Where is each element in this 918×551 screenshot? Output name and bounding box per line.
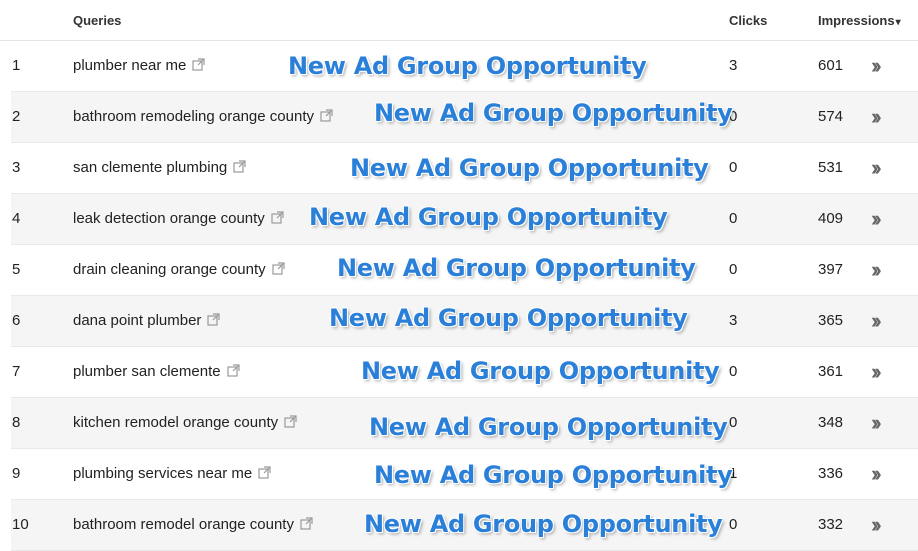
external-link-icon[interactable] bbox=[226, 363, 240, 377]
query-link[interactable]: plumber near me bbox=[73, 57, 205, 74]
double-chevron-right-icon[interactable]: ›› bbox=[871, 361, 881, 383]
row-number: 4 bbox=[12, 210, 21, 227]
double-chevron-right-icon[interactable]: ›› bbox=[871, 55, 881, 77]
double-chevron-right-icon[interactable]: ›› bbox=[871, 157, 881, 179]
double-chevron-right-icon[interactable]: ›› bbox=[871, 514, 881, 536]
query-text: bathroom remodel orange county bbox=[73, 516, 294, 533]
impressions-value: 332 bbox=[818, 516, 844, 533]
row-number: 1 bbox=[12, 57, 21, 74]
query-link[interactable]: kitchen remodel orange county bbox=[73, 414, 297, 431]
ad-group-opportunity-annotation: New Ad Group Opportunity bbox=[369, 413, 728, 441]
double-chevron-right-icon[interactable]: ›› bbox=[871, 310, 881, 332]
query-text: bathroom remodeling orange county bbox=[73, 108, 314, 125]
ad-group-opportunity-annotation: New Ad Group Opportunity bbox=[309, 203, 668, 231]
external-link-icon[interactable] bbox=[284, 414, 297, 428]
impressions-value: 365 bbox=[818, 312, 844, 329]
double-chevron-right-icon[interactable]: ›› bbox=[871, 463, 881, 485]
ad-group-opportunity-annotation: New Ad Group Opportunity bbox=[329, 304, 688, 332]
impressions-value: 409 bbox=[818, 210, 844, 227]
external-link-icon[interactable] bbox=[258, 465, 271, 479]
clicks-value: 3 bbox=[729, 312, 738, 329]
impressions-value: 348 bbox=[818, 414, 844, 431]
row-number: 6 bbox=[12, 312, 21, 329]
external-link-icon[interactable] bbox=[233, 159, 246, 173]
query-text: plumber near me bbox=[73, 57, 187, 74]
double-chevron-right-icon[interactable]: ›› bbox=[871, 259, 881, 281]
row-number: 9 bbox=[12, 465, 21, 482]
external-link-icon[interactable] bbox=[300, 516, 313, 530]
query-link[interactable]: leak detection orange county bbox=[73, 210, 284, 227]
external-link-icon[interactable] bbox=[320, 108, 333, 122]
row-number: 10 bbox=[12, 516, 29, 533]
query-text: drain cleaning orange county bbox=[73, 261, 266, 278]
ad-group-opportunity-annotation: New Ad Group Opportunity bbox=[374, 99, 733, 127]
query-text: dana point plumber bbox=[73, 312, 202, 329]
impressions-value: 336 bbox=[818, 465, 844, 482]
clicks-value: 0 bbox=[729, 261, 738, 278]
impressions-value: 361 bbox=[818, 363, 844, 380]
double-chevron-right-icon[interactable]: ›› bbox=[871, 412, 881, 434]
query-link[interactable]: bathroom remodeling orange county bbox=[73, 108, 333, 125]
external-link-icon[interactable] bbox=[271, 210, 284, 224]
external-link-icon[interactable] bbox=[207, 312, 221, 326]
impressions-value: 574 bbox=[818, 108, 844, 125]
query-text: kitchen remodel orange county bbox=[73, 414, 279, 431]
double-chevron-right-icon[interactable]: ›› bbox=[871, 208, 881, 230]
clicks-value: 0 bbox=[729, 363, 738, 380]
query-link[interactable]: plumbing services near me bbox=[73, 465, 271, 482]
query-text: plumbing services near me bbox=[73, 465, 253, 482]
sort-desc-icon: ▾ bbox=[895, 17, 901, 28]
impressions-value: 531 bbox=[818, 159, 844, 176]
clicks-value: 0 bbox=[729, 159, 738, 176]
external-link-icon[interactable] bbox=[192, 57, 205, 71]
query-text: plumber san clemente bbox=[73, 363, 221, 380]
table-header: Queries Clicks Impressions▾ bbox=[0, 0, 918, 41]
query-link[interactable]: bathroom remodel orange county bbox=[73, 516, 313, 533]
impressions-column-header[interactable]: Impressions▾ bbox=[818, 13, 901, 28]
row-number: 8 bbox=[12, 414, 21, 431]
clicks-value: 3 bbox=[729, 57, 738, 74]
ad-group-opportunity-annotation: New Ad Group Opportunity bbox=[364, 510, 723, 538]
ad-group-opportunity-annotation: New Ad Group Opportunity bbox=[350, 154, 709, 182]
ad-group-opportunity-annotation: New Ad Group Opportunity bbox=[374, 461, 733, 489]
impressions-value: 397 bbox=[818, 261, 844, 278]
query-link[interactable]: plumber san clemente bbox=[73, 363, 240, 380]
query-link[interactable]: dana point plumber bbox=[73, 312, 221, 329]
ad-group-opportunity-annotation: New Ad Group Opportunity bbox=[337, 254, 696, 282]
row-number: 5 bbox=[12, 261, 21, 278]
row-number: 2 bbox=[12, 108, 21, 125]
queries-column-header[interactable]: Queries bbox=[73, 13, 121, 28]
query-text: leak detection orange county bbox=[73, 210, 265, 227]
query-text: san clemente plumbing bbox=[73, 159, 228, 176]
ad-group-opportunity-annotation: New Ad Group Opportunity bbox=[288, 52, 647, 80]
impressions-value: 601 bbox=[818, 57, 844, 74]
query-link[interactable]: san clemente plumbing bbox=[73, 159, 246, 176]
external-link-icon[interactable] bbox=[272, 261, 285, 275]
row-number: 7 bbox=[12, 363, 21, 380]
clicks-value: 0 bbox=[729, 414, 738, 431]
clicks-value: 0 bbox=[729, 210, 738, 227]
double-chevron-right-icon[interactable]: ›› bbox=[871, 106, 881, 128]
ad-group-opportunity-annotation: New Ad Group Opportunity bbox=[361, 357, 720, 385]
clicks-value: 0 bbox=[729, 516, 738, 533]
clicks-column-header[interactable]: Clicks bbox=[729, 13, 767, 28]
row-number: 3 bbox=[12, 159, 21, 176]
impressions-header-label: Impressions bbox=[818, 13, 895, 28]
query-link[interactable]: drain cleaning orange county bbox=[73, 261, 285, 278]
